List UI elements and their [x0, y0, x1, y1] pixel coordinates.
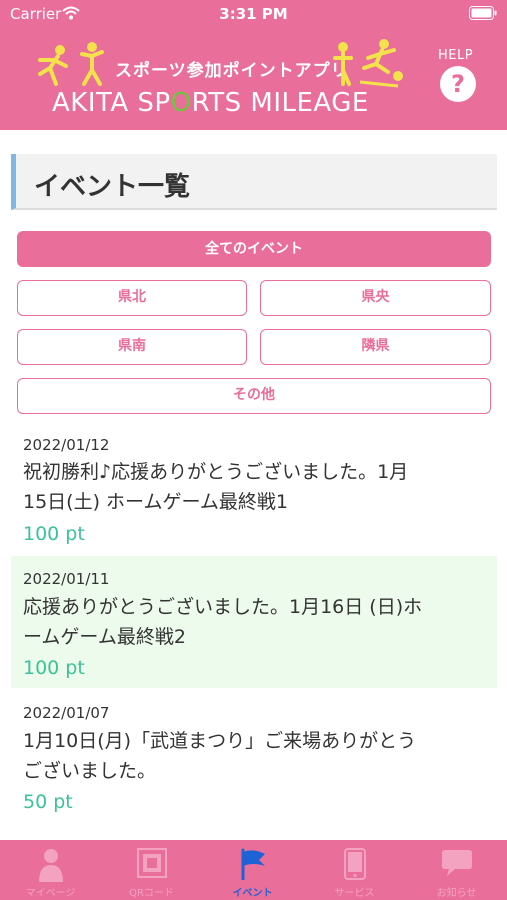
qr-code-icon — [136, 848, 167, 878]
filter-central-button[interactable]: 県央 — [260, 280, 491, 316]
event-points: 100 pt — [23, 657, 85, 679]
filter-other-button[interactable]: その他 — [17, 378, 491, 414]
event-date: 2022/01/11 — [23, 570, 110, 588]
tab-notifications[interactable]: お知らせ — [406, 840, 507, 900]
event-title: 祝初勝利♪応援ありがとうございました。1月 15日(土) ホームゲーム最終戦1 — [23, 457, 485, 517]
banner-title-part1: AKITA SP — [52, 88, 171, 118]
banner-title-ball: O — [170, 88, 192, 118]
event-title-line: ームゲーム最終戦2 — [23, 626, 186, 648]
tab-label: サービス — [334, 888, 375, 899]
tab-events[interactable]: イベント — [202, 840, 303, 900]
soccer-figure-icon — [359, 39, 403, 88]
filter-all-events-button[interactable]: 全てのイベント — [17, 231, 491, 267]
banner-title: AKITA SPORTS MILEAGE — [52, 88, 369, 118]
phone-icon — [343, 848, 366, 880]
event-list-item[interactable]: 2022/01/07 1月10日(月)「武道まつり」ご来場ありがとう ございまし… — [11, 690, 497, 830]
tab-bar: マイページ QRコード イベント サービス お知らせ — [0, 840, 507, 900]
help-label: HELP — [438, 48, 474, 63]
filter-north-button[interactable]: 県北 — [17, 280, 247, 316]
event-title-line: ございました。 — [23, 760, 157, 782]
event-title-line: 15日(土) ホームゲーム最終戦1 — [23, 491, 288, 513]
battery-icon — [469, 6, 497, 20]
chat-bubble-icon — [441, 850, 472, 876]
status-time: 3:31 PM — [219, 5, 288, 23]
jumper-figure-icon — [80, 42, 104, 86]
status-bar: Carrier 3:31 PM — [0, 0, 507, 28]
event-title: 応援ありがとうございました。1月16日 (日)ホ ームゲーム最終戦2 — [23, 592, 485, 652]
event-title-line: 応援ありがとうございました。1月16日 (日)ホ — [23, 596, 423, 618]
tab-services[interactable]: サービス — [304, 840, 405, 900]
tab-qr-code[interactable]: QRコード — [101, 840, 202, 900]
banner-subtitle: スポーツ参加ポイントアプリ — [115, 61, 349, 81]
event-points: 50 pt — [23, 791, 73, 813]
tab-label: QRコード — [129, 888, 174, 899]
standing-figure-icon — [333, 42, 353, 86]
filter-neighbor-button[interactable]: 隣県 — [260, 329, 491, 365]
runner-figure-icon — [38, 45, 68, 86]
event-title: 1月10日(月)「武道まつり」ご来場ありがとう ございました。 — [23, 726, 485, 786]
event-list-item[interactable]: 2022/01/11 応援ありがとうございました。1月16日 (日)ホ ームゲー… — [11, 556, 497, 688]
tab-label: お知らせ — [436, 888, 477, 899]
flag-icon — [241, 848, 265, 880]
filter-south-button[interactable]: 県南 — [17, 329, 247, 365]
event-title-line: 祝初勝利♪応援ありがとうございました。1月 — [23, 461, 409, 483]
app-screen: Carrier 3:31 PM スポーツ参加ポイントアプリ AKITA SPOR… — [0, 0, 507, 900]
tab-mypage[interactable]: マイページ — [0, 840, 101, 900]
event-date: 2022/01/12 — [23, 436, 110, 454]
banner-title-part2: RTS MILEAGE — [191, 88, 369, 118]
person-icon — [38, 849, 63, 882]
event-title-line: 1月10日(月)「武道まつり」ご来場ありがとう — [23, 730, 417, 752]
tab-label: イベント — [232, 888, 273, 899]
page-title: イベント一覧 — [34, 172, 191, 202]
page-title-bar: イベント一覧 — [11, 154, 497, 210]
app-banner: スポーツ参加ポイントアプリ AKITA SPORTS MILEAGE HELP … — [0, 30, 507, 130]
tab-label: マイページ — [25, 888, 76, 899]
event-points: 100 pt — [23, 523, 85, 545]
help-button[interactable]: ? — [440, 66, 476, 102]
event-list-item[interactable]: 2022/01/12 祝初勝利♪応援ありがとうございました。1月 15日(土) … — [11, 424, 497, 554]
header: Carrier 3:31 PM スポーツ参加ポイントアプリ AKITA SPOR… — [0, 0, 507, 130]
event-date: 2022/01/07 — [23, 704, 110, 722]
